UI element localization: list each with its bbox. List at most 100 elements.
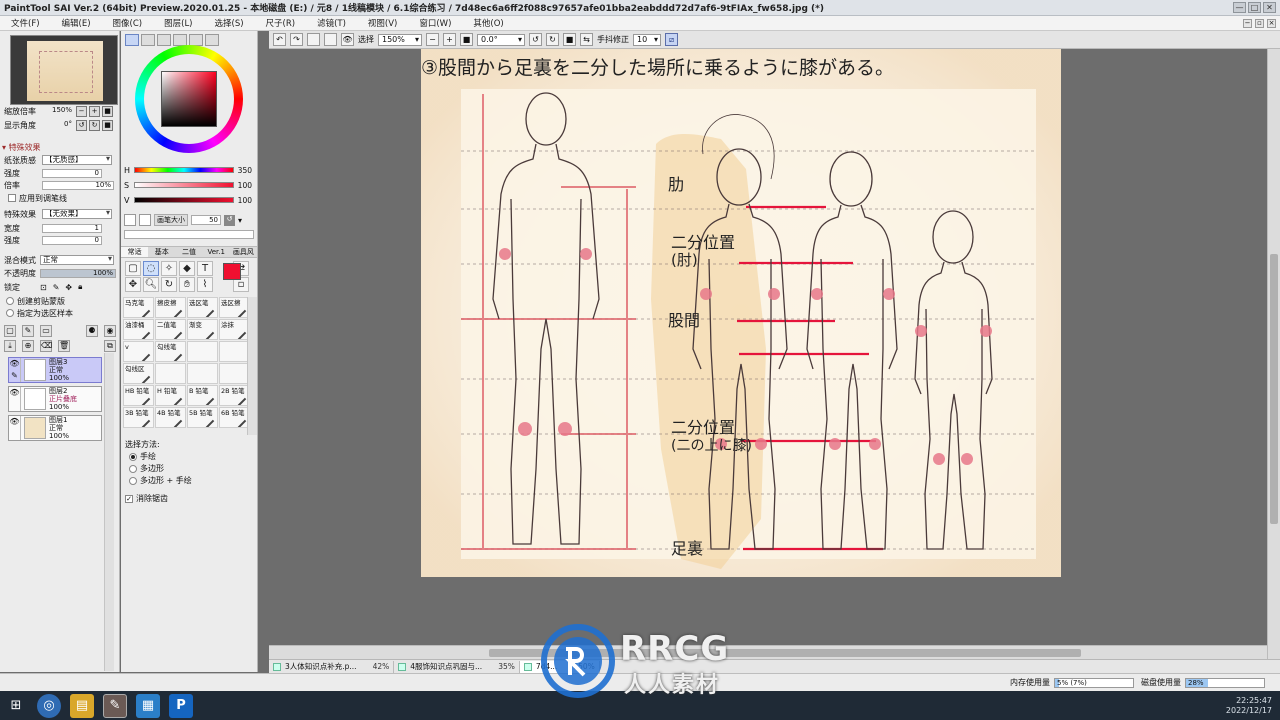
brush-slot[interactable]: B 铅笔 [187,385,218,406]
doc-close-icon[interactable]: × [1267,18,1276,28]
scroll-thumb[interactable] [489,649,1081,657]
canvas-paper[interactable]: ③股間から足裏を二分した場所に乗るように膝がある。 肋 二分位置 (肘) 股間 … [421,49,1061,577]
brush-slot[interactable]: H 铅笔 [155,385,186,406]
zoom-value[interactable]: 150% [44,106,74,116]
brush-slot[interactable]: 二值笔 [155,319,186,340]
flip-horizontal-icon[interactable]: ⇆ [580,33,593,46]
effect-strength-bar[interactable]: 0 [42,235,102,245]
close-button[interactable]: ✕ [1263,2,1276,13]
menu-other[interactable]: 其他(O) [462,17,514,29]
transfer-down-icon[interactable]: ⤓ [4,340,16,352]
eye-icon[interactable]: 👁︎ [9,416,21,440]
eye-icon[interactable]: 👁︎ [9,387,21,411]
layer-mask-icon[interactable]: ⚈ [86,325,98,337]
canvas-horizontal-scrollbar[interactable] [269,645,1267,659]
brush-slot[interactable]: 油漆桶 [123,319,154,340]
brush-size-reset-icon[interactable]: ↺ [224,214,235,226]
zoom-tool-icon[interactable]: 🔍︎ [143,277,159,292]
menu-layer[interactable]: 图层(L) [153,17,203,29]
zoom-out-icon[interactable]: − [76,105,87,117]
layer-scrollbar[interactable] [104,353,114,671]
zoom-reset-icon[interactable]: ■ [102,105,113,117]
menu-edit[interactable]: 编辑(E) [51,17,102,29]
painttool-sai-icon[interactable]: ✎ [103,693,127,718]
navigator-preview[interactable] [10,35,118,105]
brush-slot[interactable] [219,363,250,384]
doc-restore-icon[interactable]: ▫ [1255,18,1264,28]
brush-slot[interactable] [219,341,250,362]
invert-select-icon[interactable] [324,33,337,46]
brush-size-dropdown-icon[interactable]: ▾ [238,216,242,225]
text-tool-icon[interactable]: T [197,261,213,276]
radio-icon[interactable] [129,464,137,473]
brush-slot[interactable]: 选区擦 [219,297,250,318]
opacity-bar[interactable]: 100% [40,268,116,278]
magic-wand-icon[interactable]: ✧ [161,261,177,276]
rotate-right-icon[interactable]: ↻ [89,119,100,131]
zoom-in-icon[interactable]: + [443,33,456,46]
brush-slot[interactable]: 5B 铅笔 [187,407,218,428]
merge-down-icon[interactable]: ⊕ [22,340,34,352]
undo-icon[interactable]: ↶ [273,33,286,46]
menu-select[interactable]: 选择(S) [204,17,255,29]
perspective-ruler-icon[interactable]: ⧄ [665,33,678,46]
document-tab[interactable]: 4服饰知识点巩固与... 35% [394,660,520,673]
maximize-button[interactable]: □ [1248,2,1261,13]
angle-value[interactable]: 0° [44,120,74,130]
photo-app-icon[interactable]: ▦ [136,693,160,718]
move-tool-icon[interactable]: ✥ [125,277,141,292]
zoom-reset-icon[interactable]: ■ [460,33,473,46]
menu-image[interactable]: 图像(C) [102,17,154,29]
doc-minimize-icon[interactable]: − [1243,18,1252,28]
brush-slot[interactable]: 渐变 [187,319,218,340]
brush-slot[interactable] [187,341,218,362]
val-slider[interactable] [134,197,234,203]
rotate-tool-icon[interactable]: ↻ [161,277,177,292]
layer-mask-apply-icon[interactable]: ◉ [104,325,116,337]
brush-slot[interactable] [155,363,186,384]
selection-option-both[interactable]: 多边形 + 手绘 [125,475,192,487]
zoom-in-icon[interactable]: + [89,105,100,117]
selection-option-polygon[interactable]: 多边形 [125,463,192,475]
brush-slot[interactable]: 2B 铅笔 [219,385,250,406]
deselect-icon[interactable] [307,33,320,46]
brush-slot[interactable]: 3B 铅笔 [123,407,154,428]
brush-slot[interactable]: 勾线区 [123,363,154,384]
radio-icon[interactable] [129,476,137,485]
new-folder-icon[interactable]: ▭ [40,325,52,337]
brush-slot[interactable]: 勾线笔 [155,341,186,362]
document-tab[interactable]: 3人体知识点补充.p... 42% [269,660,395,673]
clip-row[interactable]: 创建剪贴蒙版 [6,295,65,307]
tab-binary[interactable]: 二值 [175,247,202,257]
brush-preset-swatch[interactable] [139,214,151,226]
rect-select-icon[interactable]: ▢ [125,261,141,276]
foreground-color-swatch[interactable] [223,263,241,280]
brush-slot[interactable]: v [123,341,154,362]
layer-item[interactable]: 👁︎ 图层1 正常 100% [8,415,102,441]
zoom-select[interactable]: 150% [378,33,422,46]
radio-icon[interactable] [129,452,137,461]
hue-slider[interactable] [134,167,234,173]
p-app-icon[interactable]: P [169,693,193,718]
lock-move-icon[interactable]: ✥ [65,283,72,292]
selection-option-freehand[interactable]: 手绘 [125,451,192,463]
menu-ruler[interactable]: 尺子(R) [255,17,307,29]
special-effects-header[interactable]: ▾ 特殊效果 [2,142,41,153]
brush-slot[interactable]: 4B 铅笔 [155,407,186,428]
start-icon[interactable]: ⊞ [4,694,28,718]
clip-checkbox[interactable] [6,297,14,305]
brush-size-value[interactable]: 50 [191,215,221,225]
paper-select[interactable]: 【无质感】 [42,155,112,165]
clear-layer-icon[interactable]: ⌫ [40,340,52,352]
paper-strength-bar[interactable]: 0 [42,168,102,178]
paper-scale-bar[interactable]: 10% [42,180,114,190]
new-layer-icon[interactable]: ▢ [4,325,16,337]
brush-slot[interactable]: 6B 铅笔 [219,407,250,428]
scroll-thumb[interactable] [1270,254,1278,524]
blend-select[interactable]: 正常 [40,255,114,265]
effect-select[interactable]: 【无效果】 [42,209,112,219]
rotate-right-icon[interactable]: ↻ [546,33,559,46]
brush-scrollbar[interactable] [247,297,257,435]
eye-icon[interactable]: 👁︎ ✎ [9,358,21,382]
menu-view[interactable]: 视图(V) [357,17,408,29]
